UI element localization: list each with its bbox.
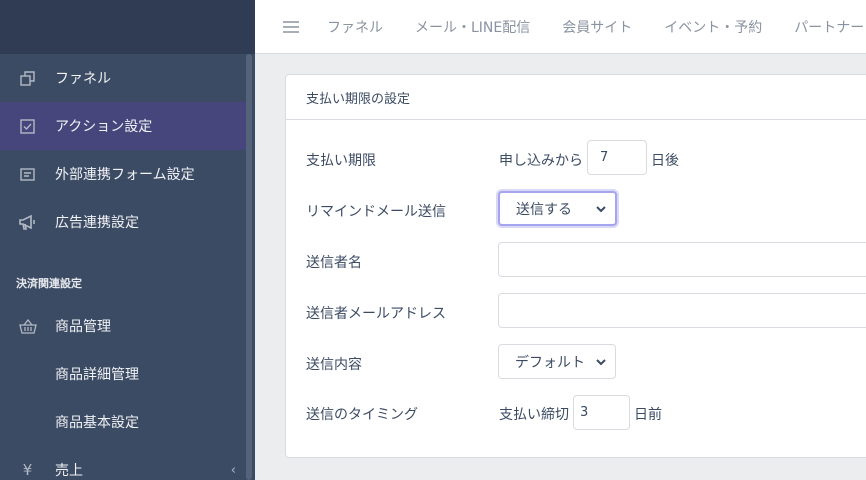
remind-select-value: 送信する [516, 201, 572, 218]
deadline-days-input[interactable]: 7 [587, 140, 647, 175]
sidebar-item-ad-integration[interactable]: 広告連携設定 [0, 198, 248, 246]
sidebar-item-label: 売上 [55, 463, 83, 479]
sidebar-item-product-details[interactable]: 商品詳細管理 [0, 350, 248, 398]
sidebar-item-label: 外部連携フォーム設定 [55, 167, 195, 183]
chevron-down-icon [596, 205, 606, 212]
sender-name-label: 送信者名 [306, 255, 362, 271]
header-nav: ファネル メール・LINE配信 会員サイト イベント・予約 パートナー [327, 17, 866, 37]
sidebar-item-label: アクション設定 [55, 119, 153, 135]
remind-select[interactable]: 送信する [498, 191, 617, 226]
menu-icon[interactable] [283, 20, 299, 34]
check-square-icon [0, 118, 55, 135]
sidebar-item-label: ファネル [55, 71, 111, 87]
megaphone-icon [0, 213, 55, 231]
deadline-prefix: 申し込みから [499, 153, 583, 169]
header-nav-partner[interactable]: パートナー [794, 17, 864, 37]
sidebar-item-label: 広告連携設定 [55, 215, 139, 231]
content-select-value: デフォルト [515, 354, 585, 371]
sidebar-item-label: 商品管理 [55, 319, 111, 335]
content-select[interactable]: デフォルト [498, 344, 616, 379]
sidebar-brand [0, 0, 255, 54]
header-nav-events[interactable]: イベント・予約 [664, 17, 762, 37]
timing-days-input[interactable]: 3 [573, 395, 630, 430]
sender-email-label: 送信者メールアドレス [306, 306, 446, 322]
sidebar-item-external-form[interactable]: 外部連携フォーム設定 [0, 150, 248, 198]
sidebar-item-action-settings[interactable]: アクション設定 [0, 102, 248, 150]
header-nav-mail-line[interactable]: メール・LINE配信 [415, 17, 530, 37]
sidebar-item-product-basic[interactable]: 商品基本設定 [0, 398, 248, 446]
sidebar-item-products[interactable]: 商品管理 [0, 302, 248, 350]
chevron-down-icon [596, 358, 606, 365]
payment-deadline-card: 支払い期限の設定 支払い期限 申し込みから 7 日後 リマインドメール送信 送信… [285, 74, 866, 458]
header-nav-funnel[interactable]: ファネル [327, 17, 383, 37]
form-icon [0, 166, 55, 183]
deadline-suffix: 日後 [651, 153, 679, 169]
content-label: 送信内容 [306, 357, 362, 373]
remind-label: リマインドメール送信 [306, 204, 446, 220]
timing-suffix: 日前 [634, 407, 662, 423]
timing-prefix: 支払い締切 [499, 407, 569, 423]
sidebar-scrollbar[interactable] [246, 54, 252, 480]
timing-label: 送信のタイミング [306, 407, 418, 423]
sidebar-item-funnel[interactable]: ファネル [0, 54, 248, 102]
yen-icon: ¥ [22, 461, 33, 479]
sender-name-input[interactable] [498, 242, 866, 277]
card-title: 支払い期限の設定 [286, 75, 866, 120]
chevron-left-icon: ‹ [230, 462, 236, 478]
sidebar-section-title: 決済関連設定 [16, 277, 82, 290]
copy-icon [0, 70, 55, 87]
basket-icon [0, 318, 55, 335]
sidebar-item-label: 商品基本設定 [55, 415, 139, 431]
top-header: ファネル メール・LINE配信 会員サイト イベント・予約 パートナー [255, 0, 866, 54]
sidebar-item-sales[interactable]: ¥ 売上 ‹ [0, 446, 248, 480]
sidebar-item-label: 商品詳細管理 [55, 367, 139, 383]
header-nav-member-site[interactable]: 会員サイト [562, 17, 632, 37]
deadline-label: 支払い期限 [306, 153, 376, 169]
sender-email-input[interactable] [498, 293, 866, 328]
sidebar: ファネル アクション設定 外部連携フォーム設定 広告連携設定 決済関連設定 商品… [0, 0, 255, 480]
